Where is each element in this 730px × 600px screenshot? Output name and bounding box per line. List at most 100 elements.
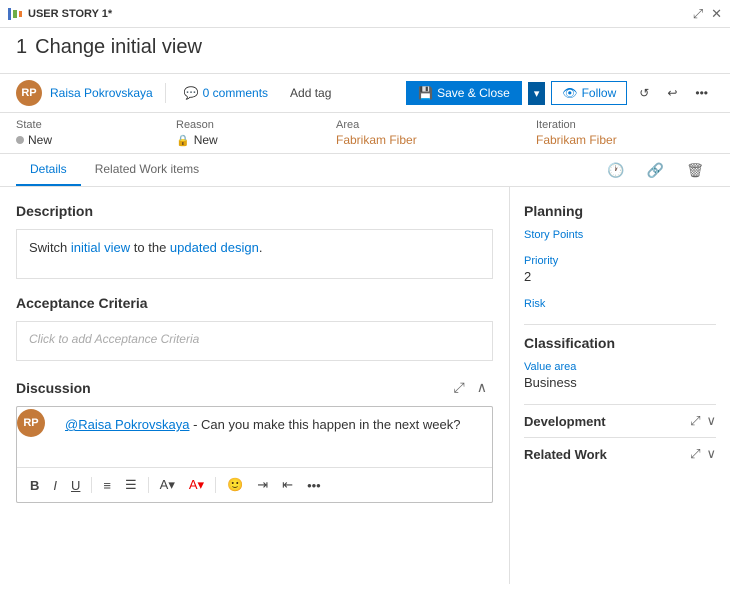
font-color-button[interactable]: A▾ (184, 474, 209, 496)
planning-title: Planning (524, 203, 716, 219)
area-field: Area Fabrikam Fiber (336, 119, 536, 147)
story-points-field: Story Points (524, 229, 716, 241)
reason-field: Reason 🔒 New (176, 119, 336, 147)
work-item-title: Change initial view (35, 36, 202, 59)
story-points-label: Story Points (524, 229, 716, 241)
indent-button[interactable]: ⇥ (252, 474, 273, 496)
description-text-part5: . (259, 240, 263, 255)
tabs-row: Details Related Work items 🕐 🔗 🗑 (0, 154, 730, 187)
save-close-button[interactable]: 💾 Save & Close (406, 81, 522, 105)
iteration-value[interactable]: Fabrikam Fiber (536, 133, 730, 147)
description-highlight-design: design (221, 240, 259, 255)
discussion-title: Discussion (16, 380, 448, 396)
state-dot (16, 136, 24, 144)
priority-field: Priority 2 (524, 255, 716, 284)
planning-divider (524, 324, 716, 325)
related-work-chevron-icon: ∨ (706, 446, 716, 462)
description-box[interactable]: Switch initial view to the updated desig… (16, 229, 493, 279)
avatar-initials: RP (21, 87, 36, 99)
discussion-mention[interactable]: @Raisa Pokrovskaya (65, 417, 189, 432)
classification-title: Classification (524, 335, 716, 351)
acceptance-title: Acceptance Criteria (16, 295, 493, 311)
tab-details[interactable]: Details (16, 154, 81, 186)
follow-button[interactable]: 👁 Follow (551, 81, 627, 105)
refresh-button[interactable]: ↺ (633, 82, 655, 104)
discussion-avatar: RP (17, 409, 45, 437)
development-expand-icon: ⤢ (690, 413, 700, 429)
save-icon: 💾 (418, 86, 433, 100)
state-label: State (16, 119, 176, 131)
fields-row: State New Reason 🔒 New Area Fabrikam Fib… (0, 113, 730, 154)
toolbar-divider (165, 83, 166, 103)
align-left-button[interactable]: ≡ (98, 475, 116, 496)
emoji-button[interactable]: 🙂 (222, 474, 248, 496)
area-value[interactable]: Fabrikam Fiber (336, 133, 536, 147)
comments-button[interactable]: 💬 0 comments (178, 82, 274, 104)
title-bar-title: USER STORY 1* (28, 8, 687, 20)
discussion-avatar-initials: RP (23, 417, 38, 429)
save-dropdown-button[interactable]: ▾ (528, 82, 546, 105)
close-button[interactable]: ✕ (711, 6, 722, 22)
value-area-field: Value area Business (524, 361, 716, 390)
comments-label: 0 comments (203, 86, 268, 100)
outdent-button[interactable]: ⇤ (277, 474, 298, 496)
bullet-list-button[interactable]: ☰ (120, 474, 142, 496)
delete-icon[interactable]: 🗑 (676, 156, 714, 185)
work-item-id: 1 (16, 36, 27, 59)
discussion-collapse-button[interactable]: ∧ (471, 377, 493, 398)
acceptance-box[interactable]: Click to add Acceptance Criteria (16, 321, 493, 361)
related-work-section[interactable]: Related Work ⤢ ∨ (524, 437, 716, 470)
priority-label: Priority (524, 255, 716, 267)
discussion-content[interactable]: @Raisa Pokrovskaya - Can you make this h… (53, 407, 472, 467)
development-section[interactable]: Development ⤢ ∨ (524, 404, 716, 437)
description-highlight-updated: updated (170, 240, 217, 255)
development-chevron-icon: ∨ (706, 413, 716, 429)
state-value[interactable]: New (28, 133, 52, 147)
right-panel: Planning Story Points Priority 2 Risk Cl… (510, 187, 730, 584)
link-icon[interactable]: 🔗 (637, 156, 674, 185)
discussion-message: - Can you make this happen in the next w… (189, 417, 460, 432)
related-work-title: Related Work (524, 447, 607, 462)
area-label: Area (336, 119, 536, 131)
discussion-header: Discussion ⤢ ∧ (16, 377, 493, 398)
description-title: Description (16, 203, 493, 219)
state-field: State New (16, 119, 176, 147)
follow-label: Follow (582, 86, 617, 100)
highlight-button[interactable]: A▾ (155, 474, 180, 496)
discussion-toolbar: B I U ≡ ☰ A▾ A▾ 🙂 ⇥ ⇤ ••• (17, 467, 492, 502)
more-button[interactable]: ••• (689, 82, 714, 104)
minimize-button[interactable]: ⤢ (693, 6, 703, 22)
iteration-label: Iteration (536, 119, 730, 131)
more-formatting-button[interactable]: ••• (302, 475, 326, 496)
description-text-part1: Switch (29, 240, 71, 255)
risk-field: Risk (524, 298, 716, 310)
value-area-value[interactable]: Business (524, 375, 716, 390)
reason-value[interactable]: New (194, 133, 218, 147)
related-work-expand-icon: ⤢ (690, 446, 700, 462)
toolbar: RP Raisa Pokrovskaya 💬 0 comments Add ta… (0, 74, 730, 113)
description-text-part3: to the (130, 240, 170, 255)
tab-related-work-items[interactable]: Related Work items (81, 154, 213, 186)
avatar: RP (16, 80, 42, 106)
history-icon[interactable]: 🕐 (597, 156, 634, 185)
eye-icon: 👁 (562, 86, 577, 100)
discussion-expand-button[interactable]: ⤢ (448, 377, 471, 398)
user-name[interactable]: Raisa Pokrovskaya (50, 86, 153, 100)
iteration-field: Iteration Fabrikam Fiber (536, 119, 730, 147)
development-title: Development (524, 414, 606, 429)
title-bar: USER STORY 1* ⤢ ✕ (0, 0, 730, 28)
work-item-header: 1 Change initial view (0, 28, 730, 74)
italic-button[interactable]: I (48, 475, 62, 496)
save-label: Save & Close (437, 86, 510, 100)
lock-icon: 🔒 (176, 134, 190, 147)
underline-button[interactable]: U (66, 475, 85, 496)
comment-icon: 💬 (184, 86, 199, 100)
add-tag-button[interactable]: Add tag (282, 82, 339, 104)
bold-button[interactable]: B (25, 475, 44, 496)
description-highlight-view: view (104, 240, 130, 255)
priority-value[interactable]: 2 (524, 269, 716, 284)
undo-button[interactable]: ↩ (661, 82, 683, 104)
main-content: Description Switch initial view to the u… (0, 187, 730, 584)
reason-label: Reason (176, 119, 336, 131)
risk-label: Risk (524, 298, 716, 310)
